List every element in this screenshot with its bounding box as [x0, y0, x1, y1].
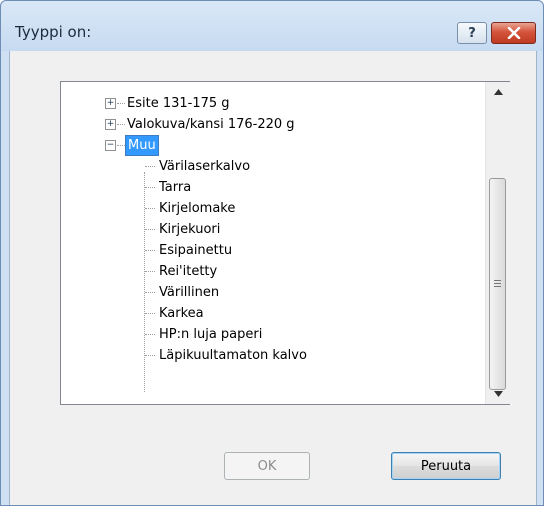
tree-item-label: Esipainettu — [159, 243, 233, 258]
ok-button[interactable]: OK — [224, 452, 310, 480]
tree-item-label: Värillinen — [159, 285, 220, 300]
tree-connector — [145, 292, 155, 293]
expand-icon[interactable]: + — [105, 119, 116, 130]
chevron-down-icon — [493, 391, 503, 397]
tree-connector — [145, 334, 155, 335]
tree-list: + Esite 131-175 g + Valokuva/kansi 176-2… — [61, 82, 485, 404]
tree-item-label: Kirjelomake — [159, 201, 236, 216]
tree-connector — [145, 166, 155, 167]
tree-connector — [145, 313, 155, 314]
window-title: Tyyppi on: — [15, 23, 92, 41]
tree-connector — [117, 103, 125, 104]
title-bar[interactable]: Tyyppi on: ? — [1, 1, 543, 51]
ok-button-label: OK — [257, 458, 277, 474]
tree-connector — [117, 145, 125, 146]
tree-item-label: Läpikuultamaton kalvo — [159, 348, 307, 363]
paper-type-tree[interactable]: + Esite 131-175 g + Valokuva/kansi 176-2… — [60, 81, 510, 405]
collapse-icon[interactable]: − — [105, 140, 116, 151]
cancel-button-label: Peruuta — [420, 458, 472, 474]
scroll-down-button[interactable] — [486, 384, 510, 404]
scroll-up-button[interactable] — [486, 82, 510, 102]
help-icon: ? — [468, 25, 476, 41]
vertical-scrollbar[interactable] — [485, 82, 510, 404]
scroll-thumb[interactable] — [489, 178, 506, 390]
grip-line — [494, 280, 501, 281]
tree-connector — [145, 208, 155, 209]
dialog-body: + Esite 131-175 g + Valokuva/kansi 176-2… — [9, 51, 537, 505]
grip-line — [494, 283, 501, 284]
tree-item-label: Värilaserkalvo — [159, 159, 251, 174]
tree-connector — [117, 124, 125, 125]
chevron-up-icon — [493, 89, 503, 95]
tree-connector — [145, 187, 155, 188]
grip-line — [494, 286, 501, 287]
cancel-button[interactable]: Peruuta — [391, 452, 501, 480]
tree-item-label: Valokuva/kansi 176-220 g — [127, 117, 295, 132]
dialog-window: Tyyppi on: ? + Esite 131-175 g + Valokuv… — [0, 0, 544, 506]
tree-connector — [145, 271, 155, 272]
tree-connector — [145, 229, 155, 230]
tree-item-label: Tarra — [159, 180, 192, 195]
tree-item-label: Rei'itetty — [159, 264, 218, 279]
close-button[interactable] — [491, 22, 536, 44]
tree-item-label: Karkea — [159, 306, 204, 321]
tree-item-label: HP:n luja paperi — [159, 327, 263, 342]
expand-icon[interactable]: + — [105, 98, 116, 109]
tree-item-label-selected: Muu — [125, 135, 159, 156]
tree-connector — [144, 172, 145, 392]
close-icon — [507, 27, 520, 39]
tree-connector — [145, 355, 155, 356]
tree-item-label: Esite 131-175 g — [127, 96, 230, 111]
tree-connector — [145, 250, 155, 251]
help-button[interactable]: ? — [457, 22, 487, 44]
tree-item-label: Kirjekuori — [159, 222, 221, 237]
